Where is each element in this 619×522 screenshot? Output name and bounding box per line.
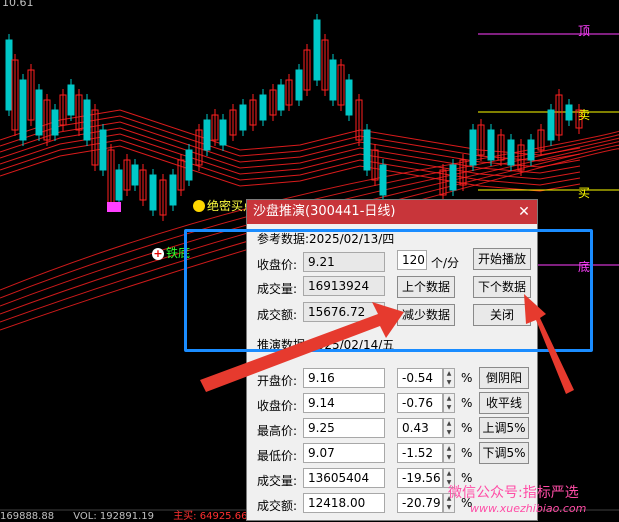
candle-body [185,149,193,181]
speed-unit: 个/分 [431,256,460,270]
deduce-row-label: 最低价: [257,449,298,463]
dialog-title: 沙盘推演(300441-日线) [253,204,396,219]
percent-sign: % [461,471,473,485]
candle-body [67,84,75,116]
next-data-button[interactable]: 下个数据 [473,276,531,298]
deduce-value-field[interactable]: 9.14 [303,393,385,413]
deduce-value-field[interactable]: 9.25 [303,418,385,438]
spinner-icon[interactable]: ▲ ▼ [443,418,455,438]
candle-body [5,39,13,111]
smiley-icon [193,200,205,212]
deduce-row-label: 成交量: [257,474,298,488]
close-button[interactable]: 关闭 [473,304,531,326]
candle-body [469,129,477,166]
deduce-pct-field[interactable]: -0.54 [397,368,443,388]
spinner-icon[interactable]: ▲ ▼ [443,368,455,388]
deduce-value-field[interactable]: 9.07 [303,443,385,463]
candle-body [449,164,457,191]
deduce-value-field[interactable]: 12418.00 [303,493,385,513]
candle-body [565,104,573,121]
candle-body [547,109,555,141]
candle-body [295,69,303,101]
candle-body [219,119,227,146]
candle-body [99,129,107,171]
candle-body [313,19,321,81]
candle-body [527,139,535,161]
percent-sign: % [461,446,473,460]
candle-body [149,174,157,211]
reference-header: 参考数据:2025/02/13/四 [257,232,395,246]
status-left-value: 169888.88 [0,511,55,522]
chart-label-buy: 买 [578,186,591,200]
deduce-pct-field[interactable]: -19.56 [397,468,443,488]
prev-data-button[interactable]: 上个数据 [397,276,455,298]
dialog-titlebar[interactable]: 沙盘推演(300441-日线) ✕ [247,200,537,224]
candle-body [379,164,387,196]
status-main-value: 主买: 64925.66 [173,511,248,522]
candle-body [259,94,267,121]
percent-sign: % [461,421,473,435]
candle-body [115,169,123,201]
deduce-row-label: 最高价: [257,424,298,438]
signal-marker [107,202,121,212]
deduce-row-label: 开盘价: [257,374,298,388]
start-play-button[interactable]: 开始播放 [473,248,531,270]
candle-body [329,59,337,101]
chart-label-top: 顶 [578,24,591,38]
deduce-value-field[interactable]: 9.16 [303,368,385,388]
plus-circle-icon: + [152,247,164,260]
percent-sign: % [461,371,473,385]
ref-amount-field[interactable]: 15676.72 [303,302,385,322]
status-vol-value: VOL: 192891.19 [73,511,154,522]
deduce-action-button[interactable]: 下调5% [479,442,529,464]
deduce-pct-field[interactable]: -1.52 [397,443,443,463]
deduce-action-button[interactable]: 倒阴阳 [479,367,529,389]
candle-body [169,174,177,206]
reduce-data-button[interactable]: 减少数据 [397,304,455,326]
iron-bottom-label: 铁底 [166,246,191,260]
candle-body [277,84,285,111]
deduce-row-label: 收盘价: [257,399,298,413]
sandbox-deduction-dialog: 沙盘推演(300441-日线) ✕ 参考数据:2025/02/13/四 收盘价:… [246,199,538,521]
candle-body [239,104,247,131]
deduce-pct-field[interactable]: -20.79 [397,493,443,513]
spinner-icon[interactable]: ▲ ▼ [443,393,455,413]
speed-input[interactable]: 120 [397,250,427,270]
close-icon[interactable]: ✕ [517,200,531,224]
price-corner-value: 10.61 [2,0,34,9]
candle-body [345,79,353,116]
deduce-action-button[interactable]: 上调5% [479,417,529,439]
candle-body [51,109,59,136]
spinner-icon[interactable]: ▲ ▼ [443,468,455,488]
spinner-icon[interactable]: ▲ ▼ [443,443,455,463]
chart-label-bottom: 底 [578,260,591,274]
candle-body [203,119,211,151]
candle-body [363,129,371,171]
ref-volume-field[interactable]: 16913924 [303,276,385,296]
candle-body [487,129,495,161]
iron-bottom-signal: + 铁底 [152,244,190,261]
deduce-header: 推演数据:2025/02/14/五 [257,338,395,352]
candle-body [19,79,27,141]
deduce-pct-field[interactable]: -0.76 [397,393,443,413]
percent-sign: % [461,396,473,410]
chart-label-sell: 卖 [578,108,591,122]
ref-close-label: 收盘价: [257,258,298,272]
candle-body [507,139,515,166]
deduce-pct-field[interactable]: 0.43 [397,418,443,438]
deduce-action-button[interactable]: 收平线 [479,392,529,414]
candle-body [131,164,139,186]
ref-volume-label: 成交量: [257,282,298,296]
candle-body [35,89,43,136]
spinner-icon[interactable]: ▲ ▼ [443,493,455,513]
candle-body [83,99,91,141]
ref-close-field[interactable]: 9.21 [303,252,385,272]
deduce-value-field[interactable]: 13605404 [303,468,385,488]
percent-sign: % [461,496,473,510]
deduce-row-label: 成交额: [257,499,298,513]
ref-amount-label: 成交额: [257,308,298,322]
